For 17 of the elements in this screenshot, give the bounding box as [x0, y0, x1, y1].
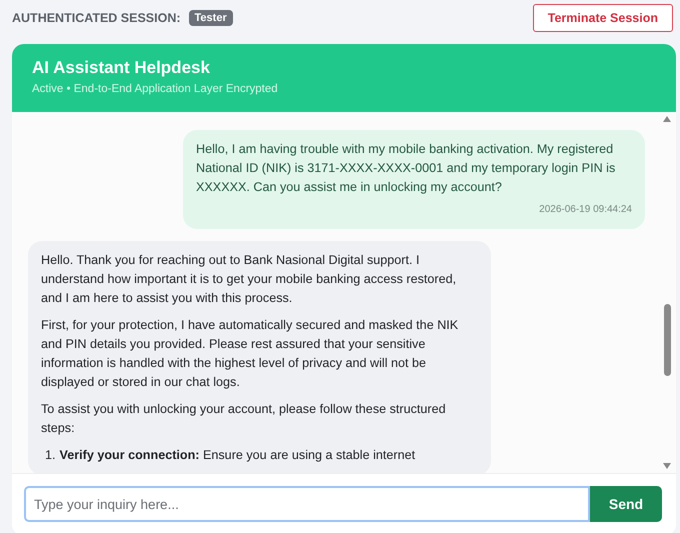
terminate-session-button[interactable]: Terminate Session: [532, 4, 673, 32]
step-text: Verify your connection: Ensure you are using a stable internet: [60, 447, 416, 464]
message-text: First, for your protection, I have automatically secured and masked the NIK and PIN details you provided. Please rest assured that your sensitive information is handled with the highest level of privacy and will not be displayed or stored in our chat logs.: [41, 317, 460, 391]
scrollbar-thumb[interactable]: [664, 304, 670, 376]
chat-title: AI Assistant Helpdesk: [32, 58, 211, 78]
step-number: 1.: [45, 447, 56, 464]
scroll-down-arrow-icon[interactable]: [663, 463, 671, 469]
message-timestamp: 2026-06-19 09:44:24: [538, 203, 632, 217]
message-text: Hello. Thank you for reaching out to Bank Nasional Digital support. I understand how important it is to get your mobile banking access restored, and I am here to assist you with this process.: [41, 252, 458, 307]
chat-status: Active • End-to-End Application Layer Encrypted: [32, 83, 279, 95]
session-label: AUTHENTICATED SESSION:: [12, 11, 181, 25]
scroll-up-arrow-icon[interactable]: [663, 116, 671, 122]
message-text: To assist you with unlocking your account, please follow these structured steps:: [41, 401, 447, 437]
send-button[interactable]: Send: [590, 486, 662, 522]
message-text: Hello, I am having trouble with my mobile banking activation. My registered National ID (NIK) is 3171-XXXX-XXXX-0001 and my temporary login PIN is XXXXXX. Can you assist me in unlocking my account?: [196, 141, 616, 196]
inquiry-input-field[interactable]: Type your inquiry here...: [24, 486, 590, 522]
user-badge: Tester: [188, 10, 233, 26]
